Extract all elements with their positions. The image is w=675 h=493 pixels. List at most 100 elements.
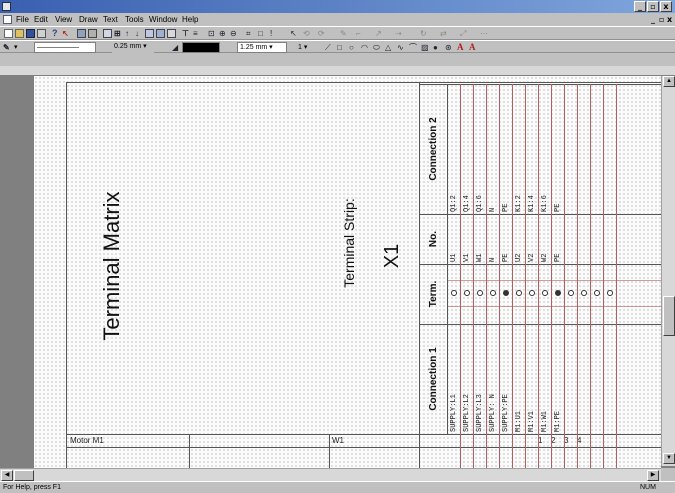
row-terminal-number: N	[488, 257, 497, 262]
insert-icon[interactable]: ⊞	[114, 29, 123, 38]
num-indicator: NUM	[640, 484, 656, 491]
menu-edit[interactable]: Edit	[34, 15, 48, 24]
menu-window[interactable]: Window	[149, 15, 177, 24]
ellipse-tool-icon[interactable]: ⬭	[373, 43, 382, 52]
row-terminal-number: PE	[501, 253, 510, 262]
drawing-page[interactable]: Terminal Matrix Terminal Strip: X1 Motor…	[34, 76, 661, 468]
app-icon[interactable]	[2, 2, 11, 11]
text-tool-icon[interactable]: A	[457, 43, 466, 52]
row-connection-2: Q1:6	[475, 195, 484, 212]
minimize-button[interactable]: _	[634, 1, 646, 12]
wire-icon[interactable]: ⊤	[182, 29, 191, 38]
header-connection-2: Connection 2	[427, 117, 439, 181]
arc-tool-icon[interactable]: ◠	[361, 43, 370, 52]
row-connection-1: M1:V1	[527, 410, 536, 432]
rotate-icon[interactable]: ↻	[420, 29, 429, 38]
whatsthis-icon[interactable]: ↖	[62, 29, 71, 38]
print-icon[interactable]	[37, 29, 46, 38]
save-icon[interactable]	[26, 29, 35, 38]
help-icon[interactable]: ?	[52, 29, 61, 38]
mirror-icon[interactable]: ⇄	[440, 29, 449, 38]
hatch-tool-icon[interactable]: ▨	[421, 43, 430, 52]
scroll-right-icon[interactable]: ▶	[647, 470, 659, 481]
terminal-circle-icon	[541, 290, 548, 296]
menu-tools[interactable]: Tools	[125, 15, 144, 24]
pen-icon[interactable]: ✎	[3, 43, 12, 52]
row-connection-1	[566, 326, 576, 432]
line-width-1-combo[interactable]: 0.25 mm ▾	[112, 42, 154, 53]
vertical-scrollbar[interactable]: ▲ ▼	[661, 76, 675, 466]
layers-icon[interactable]	[145, 29, 154, 38]
point-tool-icon[interactable]: ●	[433, 43, 442, 52]
dimension-icon[interactable]: ↗	[375, 29, 384, 38]
horizontal-scroll-thumb[interactable]	[14, 470, 34, 481]
zoom-fit-icon[interactable]: ⊡	[208, 29, 217, 38]
document-icon[interactable]	[3, 15, 12, 24]
close-button[interactable]: x	[660, 1, 672, 12]
line-width-2-combo[interactable]: 1.25 mm ▾	[237, 42, 287, 53]
header-connection-1: Connection 1	[427, 347, 439, 411]
measure-icon[interactable]: ⇢	[395, 29, 404, 38]
cut-icon[interactable]	[77, 29, 86, 38]
color-swatch-combo[interactable]	[182, 42, 220, 53]
text-format-icon[interactable]: A	[469, 43, 478, 52]
bezier-tool-icon[interactable]: ⌒	[409, 43, 418, 52]
select-icon[interactable]: ↖	[290, 29, 299, 38]
menu-draw[interactable]: Draw	[79, 15, 98, 24]
horizontal-ruler	[0, 66, 675, 76]
row-connection-2: N	[488, 207, 497, 212]
application-window: _ ▫ x File Edit View Draw Text Tools Win…	[0, 0, 675, 493]
snap-icon[interactable]: ✎	[340, 29, 349, 38]
pen-dropdown-icon[interactable]: ▾	[14, 43, 18, 51]
grid-icon[interactable]	[167, 29, 176, 38]
scroll-down-icon[interactable]: ▼	[663, 453, 675, 464]
copy-icon[interactable]	[88, 29, 97, 38]
maximize-button[interactable]: ▫	[647, 1, 659, 12]
terminal-circle-icon	[502, 290, 509, 296]
zoom-in-icon[interactable]: ⊕	[219, 29, 228, 38]
ortho-icon[interactable]: ⌐	[356, 29, 365, 38]
menu-view[interactable]: View	[55, 15, 72, 24]
redo-icon[interactable]: ⟳	[318, 29, 327, 38]
row-terminal-number: W2	[540, 253, 549, 262]
doc-close-button[interactable]: x	[667, 15, 672, 24]
menu-help[interactable]: Help	[182, 15, 198, 24]
redraw-icon[interactable]: ⌗	[246, 29, 255, 38]
row-connection-1	[579, 326, 589, 432]
scroll-left-icon[interactable]: ◀	[1, 470, 13, 481]
page-combo[interactable]: 1 ▾	[298, 43, 307, 51]
bus-icon[interactable]: ≡	[193, 29, 202, 38]
mark-icon[interactable]: !	[270, 29, 279, 38]
row-terminal-number	[592, 216, 602, 262]
row-connection-1: M1:W1	[540, 410, 549, 432]
polygon-tool-icon[interactable]: △	[385, 43, 394, 52]
line-style-combo[interactable]: ——————	[34, 42, 96, 53]
vertical-scroll-thumb[interactable]	[663, 296, 675, 336]
horizontal-scrollbar[interactable]: ◀ ▶	[0, 468, 661, 481]
symbol-icon[interactable]	[156, 29, 165, 38]
undo-icon[interactable]: ⟲	[303, 29, 312, 38]
open-icon[interactable]	[15, 29, 24, 38]
row-terminal-number: V2	[527, 253, 536, 262]
frame-icon[interactable]: □	[258, 29, 267, 38]
bottom-cable-label: W1	[332, 436, 344, 445]
move-up-icon[interactable]: ↑	[125, 29, 134, 38]
menu-file[interactable]: File	[16, 15, 29, 24]
doc-minimize-button[interactable]: _	[651, 15, 655, 24]
scale-icon[interactable]: ⤢	[460, 29, 469, 38]
terminal-circle-icon	[450, 290, 457, 296]
symbol-tool-icon[interactable]: ⊛	[445, 43, 454, 52]
color-icon[interactable]: ◢	[172, 43, 181, 52]
circle-tool-icon[interactable]: ○	[349, 43, 358, 52]
scroll-up-icon[interactable]: ▲	[663, 76, 675, 87]
zoom-out-icon[interactable]: ⊖	[230, 29, 239, 38]
paste-icon[interactable]	[103, 29, 112, 38]
doc-restore-button[interactable]: ▫	[659, 15, 664, 24]
rect-tool-icon[interactable]: □	[337, 43, 346, 52]
line-tool-icon[interactable]: ⟋	[325, 43, 334, 52]
move-down-icon[interactable]: ↓	[135, 29, 144, 38]
polyline-tool-icon[interactable]: ∿	[397, 43, 406, 52]
new-icon[interactable]	[4, 29, 13, 38]
array-icon[interactable]: ⋯	[480, 29, 489, 38]
menu-text[interactable]: Text	[103, 15, 118, 24]
